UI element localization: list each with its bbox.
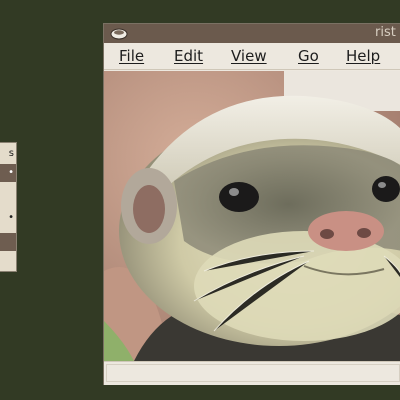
image-display[interactable] <box>104 71 400 361</box>
menu-view[interactable]: View <box>231 47 267 65</box>
app-menu-icon[interactable] <box>110 27 128 40</box>
menu-file[interactable]: File <box>119 47 144 65</box>
status-field <box>106 364 400 382</box>
status-bar <box>104 361 400 385</box>
panel-row[interactable]: s <box>0 145 16 163</box>
menu-go[interactable]: Go <box>298 47 319 65</box>
panel-row[interactable]: • <box>0 209 16 227</box>
window-title: rist <box>375 25 396 40</box>
background-window-panel: s • • <box>0 142 17 272</box>
menubar: File Edit View Go Help <box>104 43 400 70</box>
image-viewer-window: rist File Edit View Go Help <box>103 23 400 385</box>
panel-row[interactable]: • <box>0 164 16 182</box>
ferret-photo <box>104 71 400 361</box>
panel-row[interactable] <box>0 233 16 251</box>
menu-edit[interactable]: Edit <box>174 47 203 65</box>
menu-help[interactable]: Help <box>346 47 380 65</box>
window-titlebar[interactable]: rist <box>104 24 400 43</box>
